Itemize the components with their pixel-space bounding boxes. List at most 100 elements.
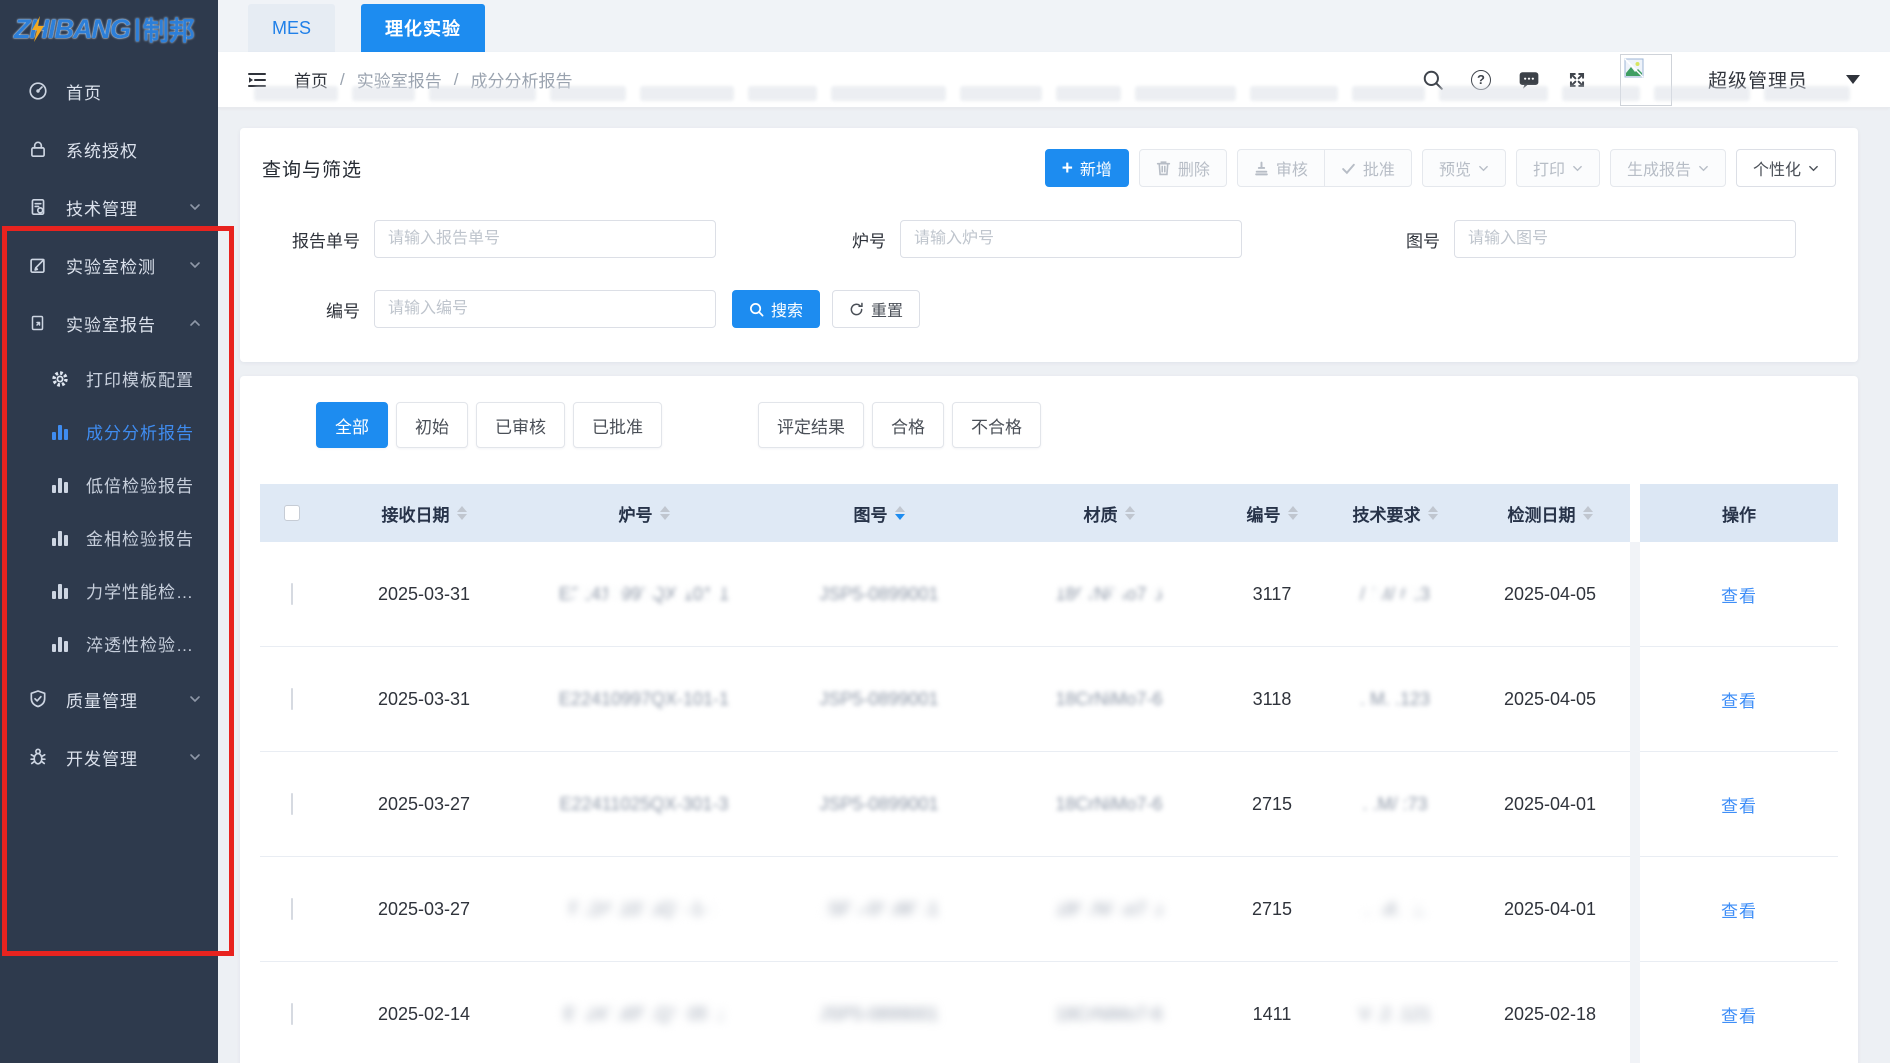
print-dropdown-button[interactable]: 打印 — [1516, 149, 1600, 187]
sort-icon[interactable] — [1288, 506, 1298, 520]
row-checkbox[interactable] — [291, 793, 293, 815]
view-link[interactable]: 查看 — [1721, 902, 1757, 921]
col-number[interactable]: 编号 — [1224, 501, 1320, 526]
redacted-cell: 18CrNiMo7-6 — [994, 689, 1224, 710]
sidebar-item-lab-testing[interactable]: 实验室检测 — [0, 236, 218, 294]
fullscreen-icon[interactable] — [1566, 69, 1588, 91]
redacted-cell: JSP5-0899001 — [764, 584, 994, 605]
reset-button[interactable]: 重置 — [832, 290, 920, 328]
table-row[interactable]: 2025-03-31 E22410997QX-101-1 JSP5-089900… — [260, 647, 1838, 752]
sidebar: ZHIBANG | 制邦 首页 系统授权 技术管理 — [0, 0, 218, 1063]
audit-button[interactable]: 审核 — [1237, 149, 1325, 187]
sort-icon[interactable] — [1583, 506, 1593, 520]
brand-logo: ZHIBANG | 制邦 — [0, 0, 218, 58]
row-checkbox[interactable] — [291, 898, 293, 920]
approve-button[interactable]: 批准 — [1324, 149, 1412, 187]
furnace-no-label: 炉号 — [788, 227, 900, 252]
tab-mes[interactable]: MES — [248, 4, 335, 52]
chevron-down-icon — [188, 200, 202, 214]
sidebar-item-system-auth[interactable]: 系统授权 — [0, 120, 218, 178]
col-material[interactable]: 材质 — [994, 501, 1224, 526]
sidebar-item-hardenability-report[interactable]: 淬透性检验… — [0, 617, 218, 670]
generate-report-dropdown-button[interactable]: 生成报告 — [1610, 149, 1726, 187]
redacted-cell: 18CrNiMo7-6 — [994, 584, 1224, 605]
tab-physchem-lab[interactable]: 理化实验 — [361, 4, 485, 52]
bar-chart-icon — [50, 475, 70, 495]
sidebar-item-metallographic-report[interactable]: 金相检验报告 — [0, 511, 218, 564]
col-drawing-no[interactable]: 图号 — [764, 501, 994, 526]
redacted-cell: V .2 .121 — [1320, 1004, 1470, 1025]
table-row[interactable]: 2025-03-27 E22411025QX-1-1 JSP5-0899001 … — [260, 857, 1838, 962]
table-row[interactable]: 2025-03-31 E22410995QX-101-1 JSP5-089900… — [260, 542, 1838, 647]
breadcrumb-home[interactable]: 首页 — [294, 67, 328, 92]
view-link[interactable]: 查看 — [1721, 587, 1757, 606]
col-furnace-no[interactable]: 炉号 — [524, 501, 764, 526]
sidebar-item-label: 打印模板配置 — [86, 366, 202, 391]
report-no-input[interactable] — [374, 220, 716, 258]
sidebar-item-print-template-config[interactable]: 打印模板配置 — [0, 352, 218, 405]
redacted-cell: E22410051QX-05-2 — [524, 1004, 764, 1025]
row-checkbox[interactable] — [291, 583, 293, 605]
redacted-cell: JSP5-0899001 — [764, 899, 994, 920]
col-receive-date[interactable]: 接收日期 — [324, 501, 524, 526]
collapse-sidebar-icon[interactable] — [246, 69, 268, 91]
table-row[interactable]: 2025-02-14 E22410051QX-05-2 JSP5-0899001… — [260, 962, 1838, 1063]
status-tab-initial[interactable]: 初始 — [396, 402, 468, 448]
sort-icon[interactable] — [457, 506, 467, 520]
number-input[interactable] — [374, 290, 716, 328]
status-tab-all[interactable]: 全部 — [316, 402, 388, 448]
sidebar-item-home[interactable]: 首页 — [0, 62, 218, 120]
search-button[interactable]: 搜索 — [732, 290, 820, 328]
sidebar-item-low-mag-report[interactable]: 低倍检验报告 — [0, 458, 218, 511]
brand-logo-text-cn: 制邦 — [143, 11, 195, 48]
breadcrumb-parent[interactable]: 实验室报告 — [357, 67, 442, 92]
avatar[interactable] — [1620, 54, 1672, 106]
panel-title: 查询与筛选 — [262, 155, 362, 182]
result-tab-rating[interactable]: 评定结果 — [758, 402, 864, 448]
col-test-date[interactable]: 检测日期 — [1470, 501, 1630, 526]
sidebar-item-label: 系统授权 — [66, 137, 202, 162]
status-tab-approved[interactable]: 已批准 — [573, 402, 662, 448]
col-tech-req[interactable]: 技术要求 — [1320, 501, 1470, 526]
redacted-cell: E22410995QX-101-1 — [524, 584, 764, 605]
preview-dropdown-button[interactable]: 预览 — [1422, 149, 1506, 187]
row-checkbox[interactable] — [291, 1003, 293, 1025]
user-menu-caret-icon[interactable] — [1846, 75, 1860, 84]
select-all-checkbox[interactable] — [284, 505, 300, 521]
add-button[interactable]: + 新增 — [1045, 149, 1129, 187]
view-link[interactable]: 查看 — [1721, 692, 1757, 711]
status-filter-tabs: 全部 初始 已审核 已批准 评定结果 合格 不合格 — [316, 402, 1838, 448]
help-icon[interactable]: ? — [1470, 69, 1492, 91]
user-name[interactable]: 超级管理员 — [1708, 66, 1808, 93]
result-tab-pass[interactable]: 合格 — [872, 402, 944, 448]
bar-chart-icon — [50, 528, 70, 548]
sort-icon[interactable] — [1428, 506, 1438, 520]
sort-icon[interactable] — [660, 506, 670, 520]
sidebar-item-composition-analysis-report[interactable]: 成分分析报告 — [0, 405, 218, 458]
message-icon[interactable] — [1518, 69, 1540, 91]
bar-chart-icon — [50, 634, 70, 654]
view-link[interactable]: 查看 — [1721, 1007, 1757, 1026]
personalize-dropdown-button[interactable]: 个性化 — [1736, 149, 1836, 187]
content-area: 查询与筛选 + 新增 删除 审核 — [218, 108, 1890, 1063]
sort-icon[interactable] — [1125, 506, 1135, 520]
sort-icon-active[interactable] — [895, 506, 905, 520]
sidebar-item-label: 实验室报告 — [66, 311, 188, 336]
redacted-cell: / /M/ #23 — [1320, 584, 1470, 605]
row-checkbox[interactable] — [291, 688, 293, 710]
sidebar-item-label: 金相检验报告 — [86, 525, 202, 550]
table-row[interactable]: 2025-03-27 E22411025QX-301-3 JSP5-089900… — [260, 752, 1838, 857]
search-icon[interactable] — [1422, 69, 1444, 91]
delete-button[interactable]: 删除 — [1139, 149, 1227, 187]
drawing-no-input[interactable] — [1454, 220, 1796, 258]
sidebar-item-tech-management[interactable]: 技术管理 — [0, 178, 218, 236]
sidebar-item-mechanical-report[interactable]: 力学性能检… — [0, 564, 218, 617]
number-label: 编号 — [262, 297, 374, 322]
sidebar-item-dev-management[interactable]: 开发管理 — [0, 728, 218, 786]
view-link[interactable]: 查看 — [1721, 797, 1757, 816]
sidebar-item-lab-reports[interactable]: 实验室报告 — [0, 294, 218, 352]
sidebar-item-quality-management[interactable]: 质量管理 — [0, 670, 218, 728]
status-tab-audited[interactable]: 已审核 — [476, 402, 565, 448]
furnace-no-input[interactable] — [900, 220, 1242, 258]
result-tab-fail[interactable]: 不合格 — [952, 402, 1041, 448]
